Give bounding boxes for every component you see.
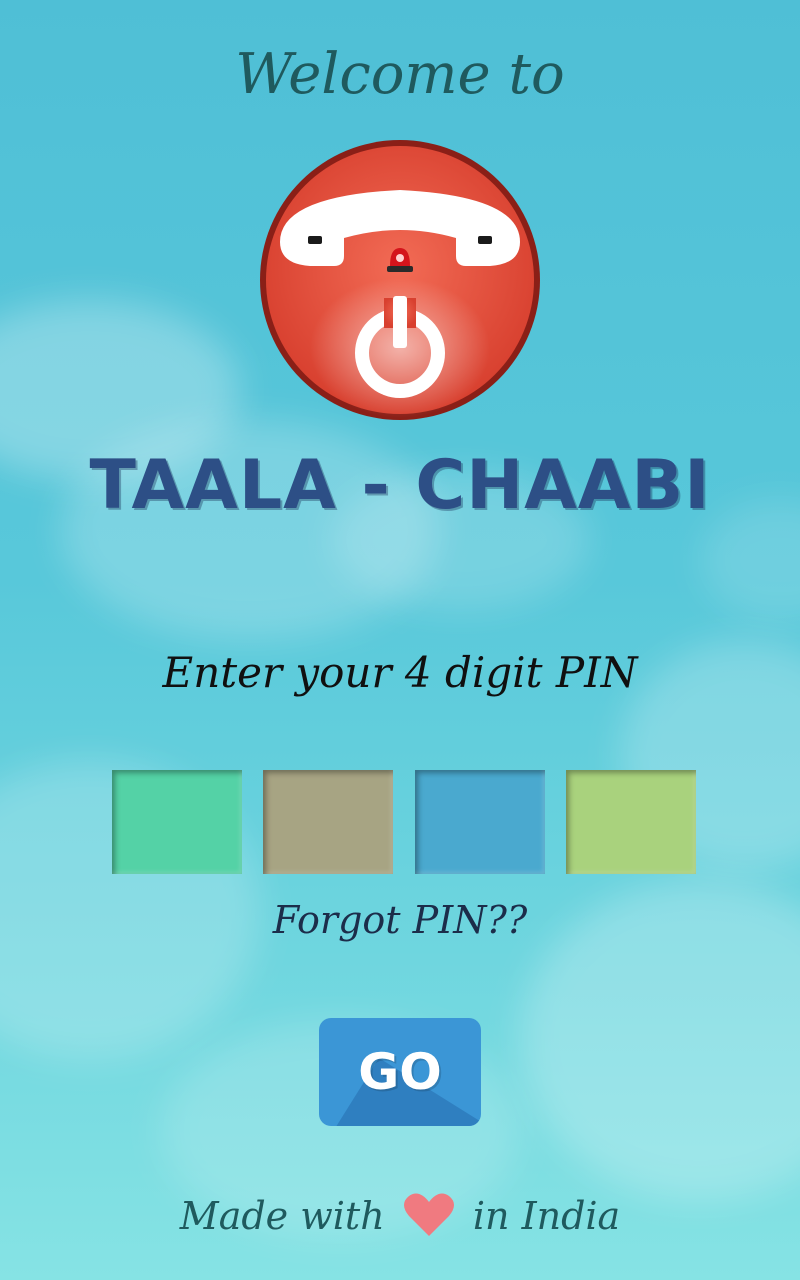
go-button[interactable]: GO bbox=[319, 1018, 481, 1126]
pin-entry bbox=[112, 770, 696, 874]
pin-prompt: Enter your 4 digit PIN bbox=[162, 648, 638, 697]
welcome-heading: Welcome to bbox=[235, 42, 565, 107]
heart-icon bbox=[403, 1192, 455, 1247]
pin-digit-3[interactable] bbox=[415, 770, 545, 874]
footer-made-with: Made with bbox=[179, 1194, 385, 1238]
app-title: TAALA - CHAABI bbox=[89, 446, 711, 525]
footer: Made with in India bbox=[0, 1192, 800, 1247]
pin-digit-1[interactable] bbox=[112, 770, 242, 874]
go-button-label: GO bbox=[358, 1043, 442, 1101]
pin-digit-2[interactable] bbox=[263, 770, 393, 874]
app-logo-icon bbox=[258, 138, 542, 422]
forgot-pin-link[interactable]: Forgot PIN?? bbox=[0, 898, 800, 942]
pin-digit-4[interactable] bbox=[566, 770, 696, 874]
footer-in-india: in India bbox=[472, 1194, 621, 1238]
